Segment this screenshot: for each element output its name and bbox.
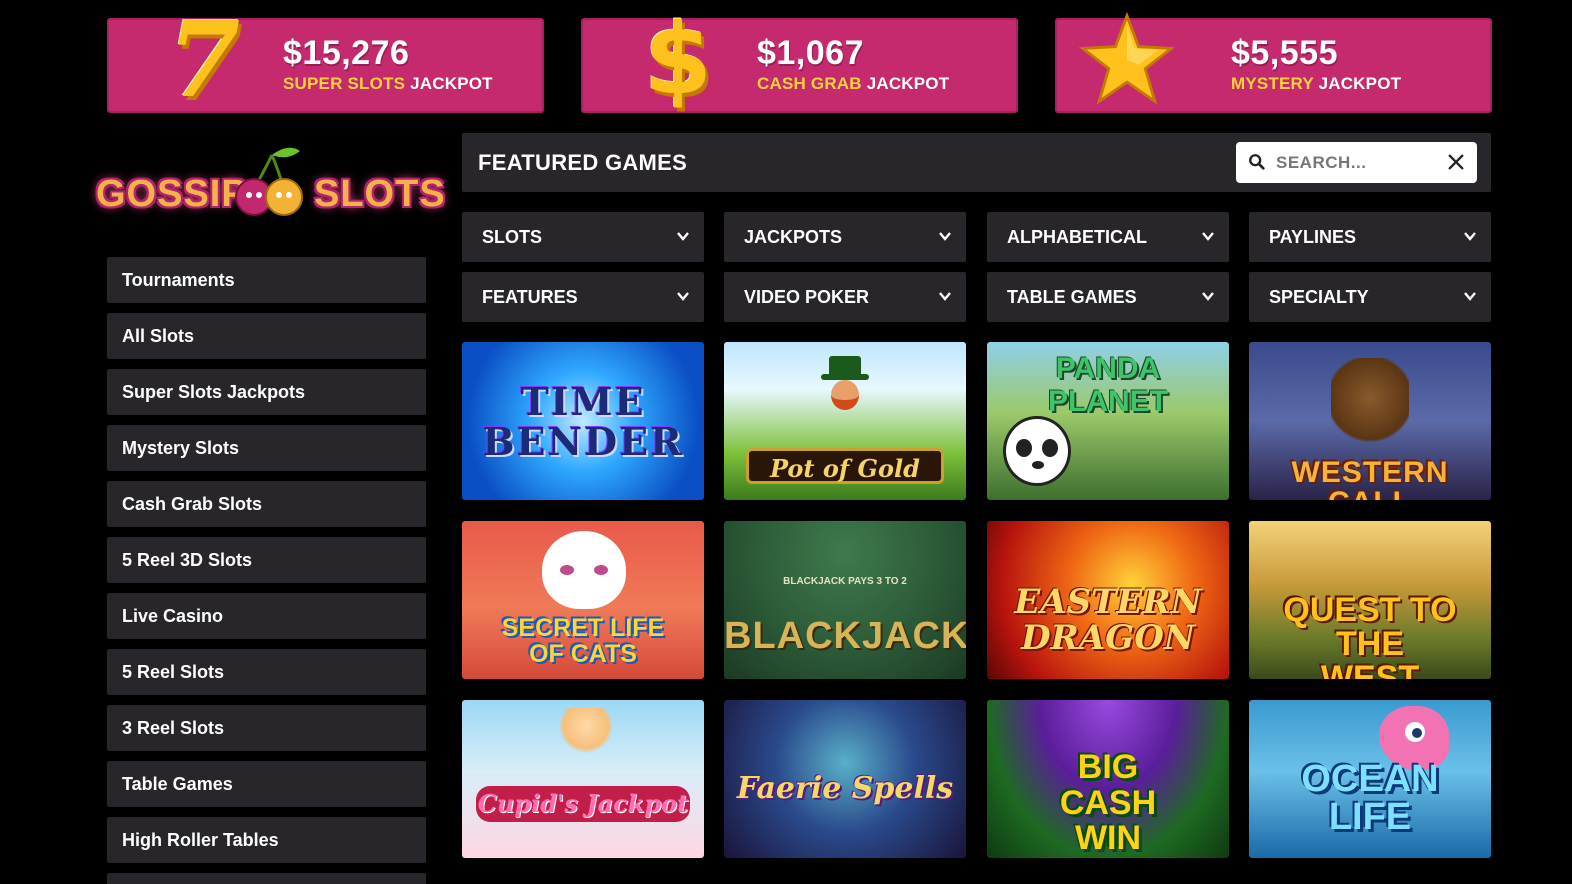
logo-word-slots: SLOTS — [314, 173, 446, 215]
close-icon[interactable] — [1447, 153, 1465, 171]
jackpot-amount: $15,276 — [283, 34, 410, 72]
jackpot-label: CASH GRAB JACKPOT — [757, 74, 950, 93]
sidebar-item-high-roller-tables[interactable]: High Roller Tables — [107, 817, 426, 863]
chevron-down-icon — [939, 292, 951, 301]
search-box — [1236, 142, 1477, 183]
game-tile-time-bender[interactable]: TIME BENDER — [462, 342, 704, 500]
sidebar-item-mystery-slots[interactable]: Mystery Slots — [107, 425, 426, 471]
filter-label: JACKPOTS — [744, 226, 843, 247]
sidebar-item-tournaments[interactable]: Tournaments — [107, 257, 426, 303]
site-logo[interactable]: GOSSIP SLOTS — [92, 143, 445, 223]
game-tile-secret-life-of-cats[interactable]: SECRET LIFE OF CATS — [462, 521, 704, 679]
game-title: Faerie Spells — [736, 771, 954, 806]
game-title: BLACKJACK — [724, 615, 966, 657]
game-title: PANDA PLANET — [1048, 352, 1168, 418]
game-tile-panda-planet[interactable]: PANDA PLANET — [987, 342, 1229, 500]
sidebar-item-3-reel-slots[interactable]: 3 Reel Slots — [107, 705, 426, 751]
filter-label: TABLE GAMES — [1007, 286, 1137, 307]
game-subtitle: BLACKJACK PAYS 3 TO 2 — [783, 576, 907, 587]
chevron-down-icon — [1202, 292, 1214, 301]
sidebar-item-5-reel-slots[interactable]: 5 Reel Slots — [107, 649, 426, 695]
cherries-icon — [235, 147, 303, 216]
panda-icon — [1003, 416, 1071, 486]
filter-label: VIDEO POKER — [744, 286, 870, 307]
filter-label: PAYLINES — [1269, 226, 1357, 247]
jackpot-label: SUPER SLOTS JACKPOT — [283, 74, 493, 93]
chevron-down-icon — [677, 232, 689, 241]
search-input[interactable] — [1276, 142, 1446, 183]
sidebar-item-partial[interactable] — [107, 873, 426, 884]
logo-word-gossip: GOSSIP — [96, 173, 248, 215]
filter-table-games[interactable]: TABLE GAMES — [987, 272, 1229, 322]
filter-label: SLOTS — [482, 226, 543, 247]
jackpot-banner-super-slots[interactable]: 7 $15,276 SUPER SLOTS JACKPOT — [107, 8, 544, 113]
game-tile-cupids-jackpot[interactable]: Cupid's Jackpot — [462, 700, 704, 858]
chevron-down-icon — [939, 232, 951, 241]
jackpot-amount: $1,067 — [757, 34, 864, 72]
game-tile-pot-of-gold[interactable]: Pot of Gold — [724, 342, 966, 500]
game-title: Pot of Gold — [746, 448, 944, 484]
game-title: TIME BENDER — [482, 379, 684, 464]
featured-games-header: FEATURED GAMES — [462, 133, 1491, 192]
jackpot-banner-mystery[interactable]: $5,555 MYSTERY JACKPOT — [1055, 12, 1492, 113]
cat-icon — [542, 531, 626, 609]
sidebar-item-table-games[interactable]: Table Games — [107, 761, 426, 807]
featured-games-title: FEATURED GAMES — [478, 150, 688, 175]
search-icon[interactable] — [1248, 153, 1266, 171]
game-tile-eastern-dragon[interactable]: EASTERN DRAGON — [987, 521, 1229, 679]
filter-video-poker[interactable]: VIDEO POKER — [724, 272, 966, 322]
jackpot-banner-cash-grab[interactable]: $ $1,067 CASH GRAB JACKPOT — [581, 11, 1018, 113]
sidebar-item-all-slots[interactable]: All Slots — [107, 313, 426, 359]
sidebar-item-cash-grab-slots[interactable]: Cash Grab Slots — [107, 481, 426, 527]
bison-icon — [1331, 358, 1409, 448]
game-title: WESTERN CALL — [1291, 456, 1449, 501]
game-title: Cupid's Jackpot — [476, 786, 690, 822]
cupid-icon — [560, 708, 612, 768]
leprechaun-icon — [821, 356, 869, 412]
jackpot-label: MYSTERY JACKPOT — [1231, 74, 1402, 93]
sidebar-item-live-casino[interactable]: Live Casino — [107, 593, 426, 639]
sidebar-item-5-reel-3d-slots[interactable]: 5 Reel 3D Slots — [107, 537, 426, 583]
filter-jackpots[interactable]: JACKPOTS — [724, 212, 966, 262]
game-tile-ocean-life[interactable]: OCEAN LIFE — [1249, 700, 1491, 858]
filter-label: ALPHABETICAL — [1007, 226, 1147, 247]
filter-slots[interactable]: SLOTS — [462, 212, 704, 262]
star-icon — [1077, 8, 1177, 112]
chevron-down-icon — [1202, 232, 1214, 241]
seven-icon: 7 — [167, 0, 241, 121]
filter-label: SPECIALTY — [1269, 286, 1369, 307]
game-title: EASTERN DRAGON — [1014, 582, 1202, 658]
filter-features[interactable]: FEATURES — [462, 272, 704, 322]
sidebar-item-super-slots-jackpots[interactable]: Super Slots Jackpots — [107, 369, 426, 415]
sidebar-nav: Tournaments All Slots Super Slots Jackpo… — [107, 257, 426, 884]
game-tile-western-call[interactable]: WESTERN CALL — [1249, 342, 1491, 500]
game-title: SECRET LIFE OF CATS — [501, 614, 665, 669]
game-title: QUEST TO THE WEST — [1283, 591, 1457, 679]
game-tile-quest-to-the-west[interactable]: QUEST TO THE WEST — [1249, 521, 1491, 679]
filter-paylines[interactable]: PAYLINES — [1249, 212, 1491, 262]
filter-specialty[interactable]: SPECIALTY — [1249, 272, 1491, 322]
chevron-down-icon — [1464, 292, 1476, 301]
filter-alphabetical[interactable]: ALPHABETICAL — [987, 212, 1229, 262]
game-tile-faerie-spells[interactable]: Faerie Spells — [724, 700, 966, 858]
game-title: OCEAN LIFE — [1301, 758, 1439, 838]
filter-label: FEATURES — [482, 286, 578, 307]
game-tile-big-cash-win[interactable]: BIG CASH WIN — [987, 700, 1229, 858]
chevron-down-icon — [677, 292, 689, 301]
game-title: BIG CASH WIN — [1059, 748, 1157, 858]
game-tile-blackjack[interactable]: BLACKJACK PAYS 3 TO 2 BLACKJACK — [724, 521, 966, 679]
dollar-icon: $ — [643, 3, 713, 117]
chevron-down-icon — [1464, 232, 1476, 241]
jackpot-amount: $5,555 — [1231, 34, 1338, 72]
